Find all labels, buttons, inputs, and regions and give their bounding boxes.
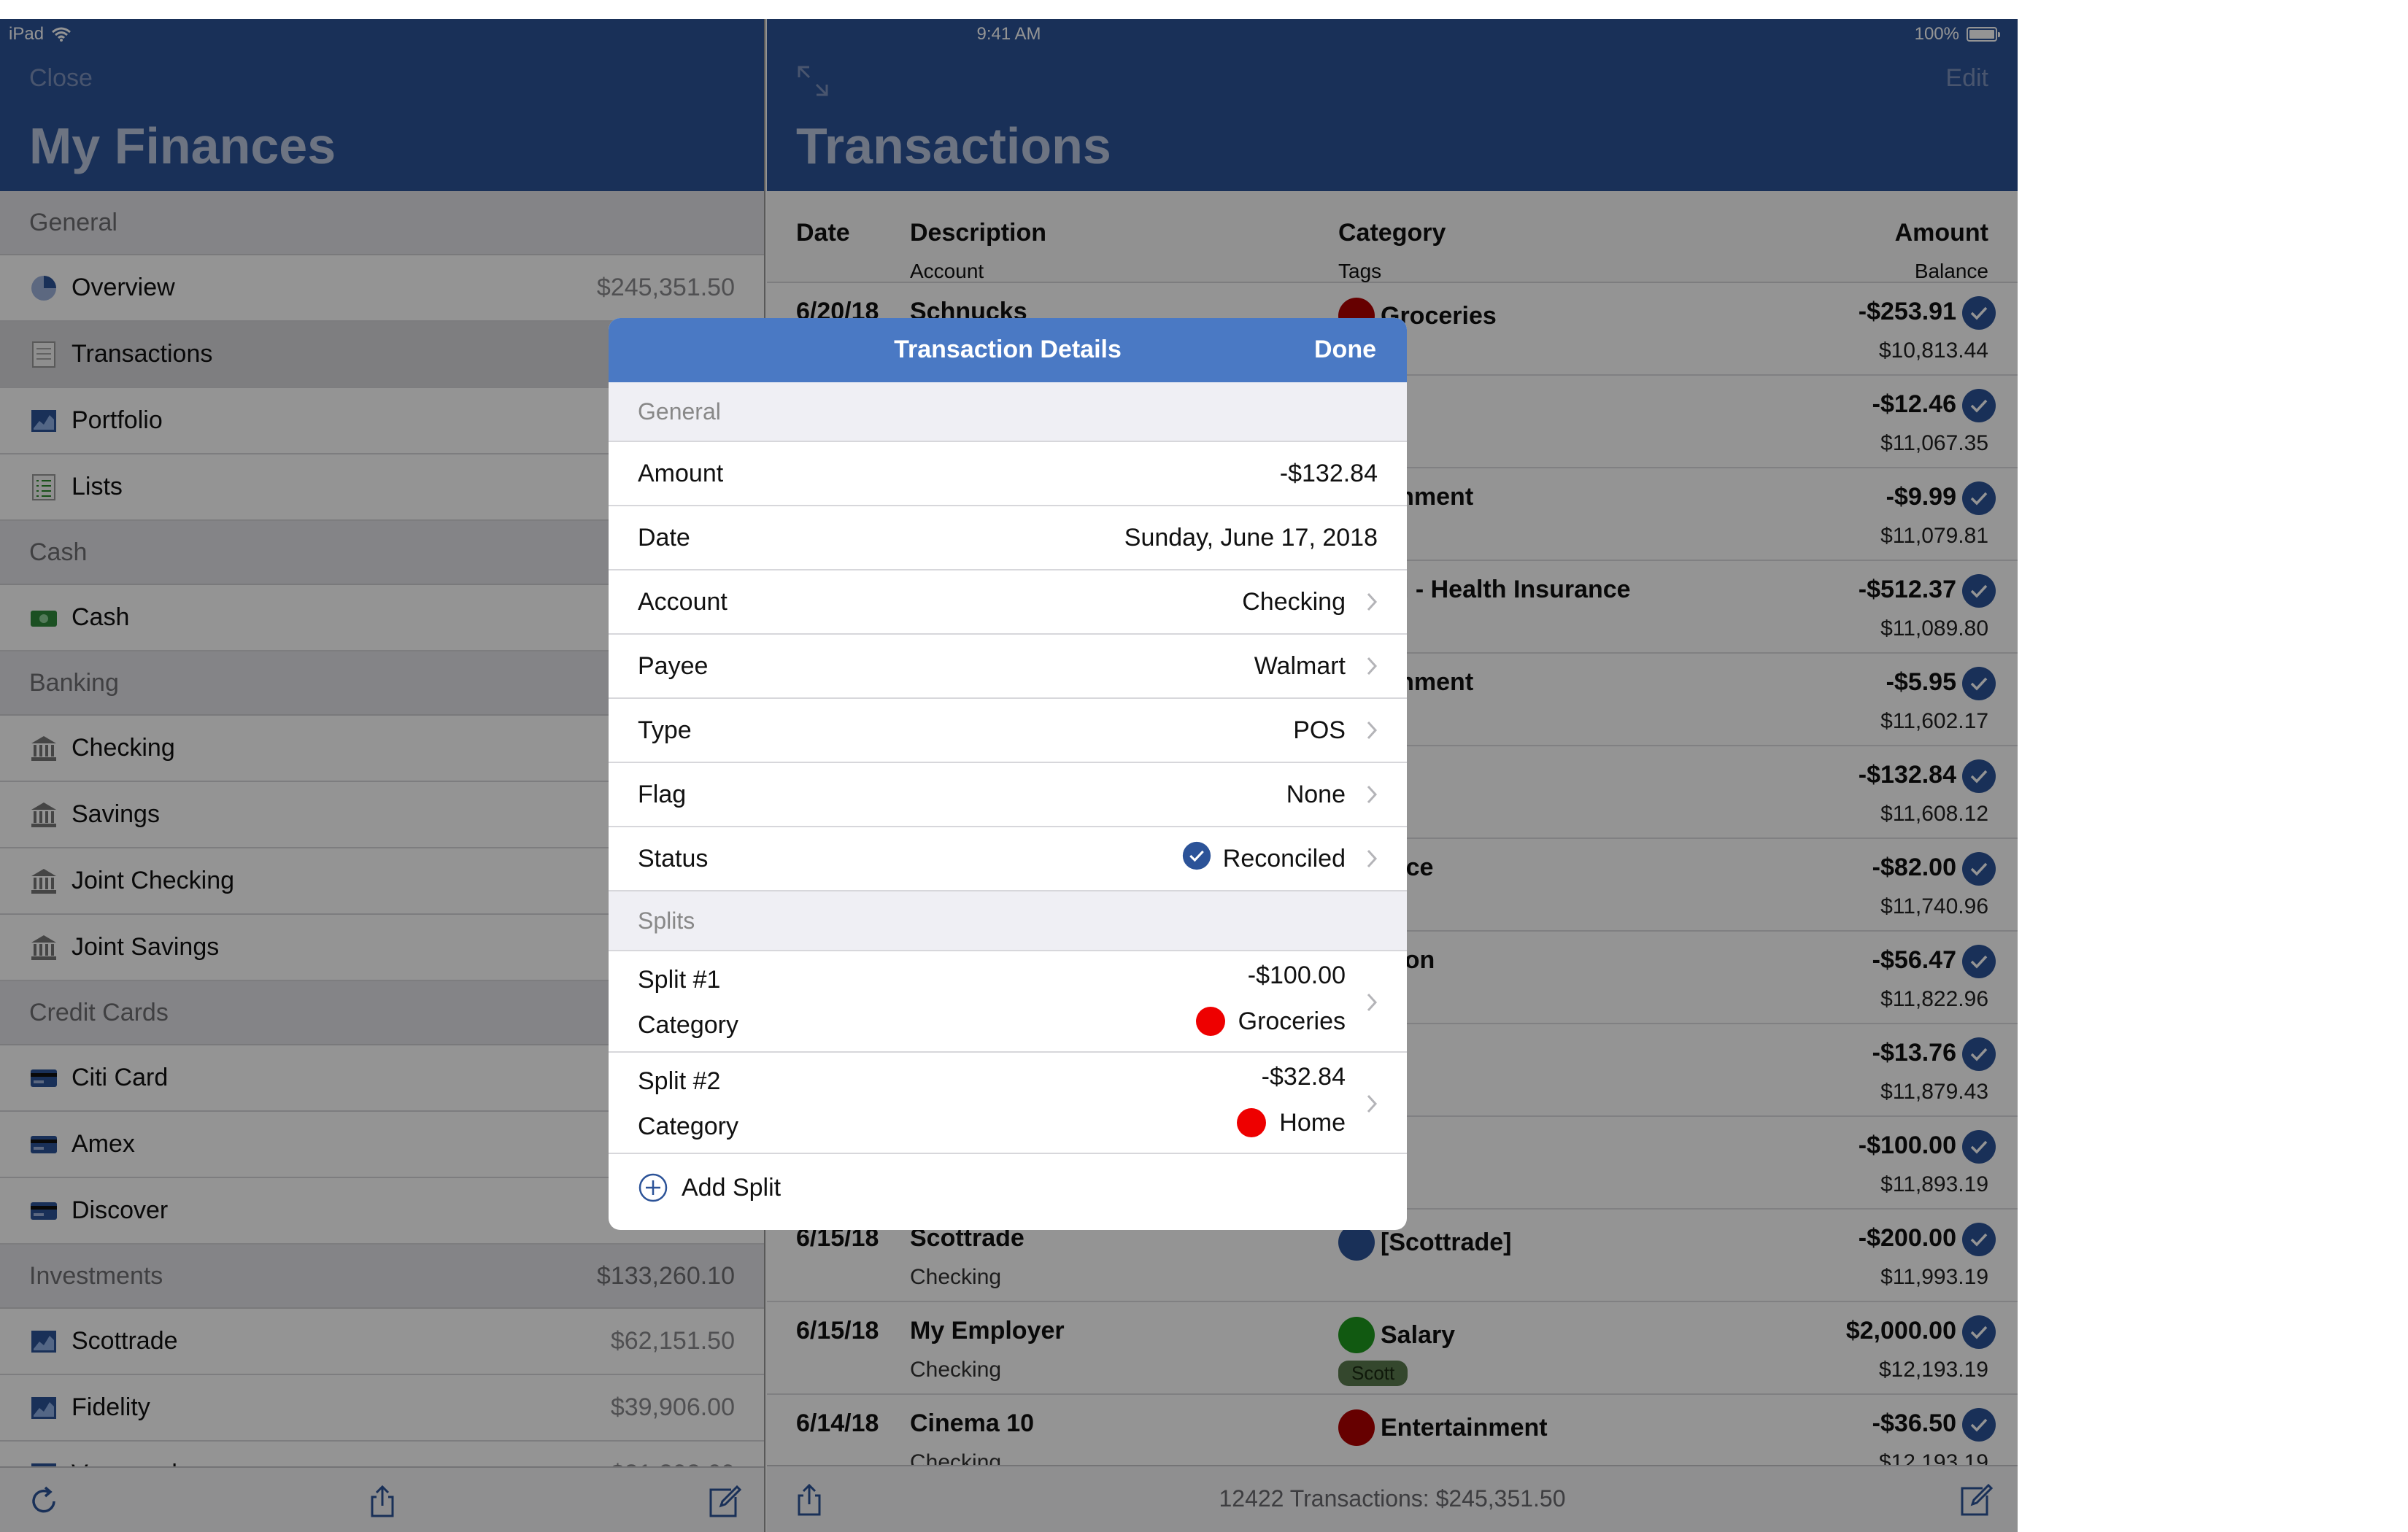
- split-amount: -$32.84: [1261, 1063, 1346, 1091]
- chevron-right-icon: [1346, 848, 1378, 869]
- category-color-dot: [1195, 1007, 1225, 1036]
- general-section-header: General: [609, 382, 1407, 442]
- detail-label: Account: [638, 587, 728, 616]
- split-row[interactable]: Split #2 Category -$32.84 Home: [609, 1053, 1407, 1154]
- modal-title: Transaction Details: [894, 336, 1122, 363]
- split-row[interactable]: Split #1 Category -$100.00 Groceries: [609, 951, 1407, 1053]
- detail-row-flag[interactable]: Flag None: [609, 763, 1407, 827]
- add-split-button[interactable]: Add Split: [609, 1154, 1407, 1221]
- chevron-right-icon: [1346, 992, 1378, 1013]
- detail-row-type[interactable]: Type POS: [609, 699, 1407, 763]
- chevron-right-icon: [1346, 656, 1378, 676]
- chevron-right-icon: [1346, 784, 1378, 805]
- add-split-label: Add Split: [682, 1173, 782, 1202]
- detail-label: Type: [638, 716, 692, 744]
- split-name: Split #2: [638, 1067, 721, 1095]
- ipad-screen: iPad 9:41 AM 100% Close My Finances Gene…: [0, 19, 2018, 1532]
- detail-label: Payee: [638, 651, 709, 680]
- split-category-value: Groceries: [1238, 1007, 1346, 1035]
- detail-row-payee[interactable]: Payee Walmart: [609, 635, 1407, 699]
- detail-row-status[interactable]: Status Reconciled: [609, 827, 1407, 891]
- detail-row-account[interactable]: Account Checking: [609, 570, 1407, 635]
- detail-row-date: Date Sunday, June 17, 2018: [609, 506, 1407, 570]
- modal-nav-bar: Transaction Details Done: [609, 318, 1407, 382]
- chevron-right-icon: [1346, 1094, 1378, 1114]
- chevron-right-icon: [1346, 592, 1378, 612]
- reconciled-check-icon: [1182, 841, 1211, 877]
- transaction-details-modal: Transaction Details Done General Amount …: [609, 318, 1407, 1230]
- split-name: Split #1: [638, 966, 721, 994]
- detail-value: -$132.84: [1279, 459, 1378, 487]
- detail-label: Amount: [638, 459, 724, 487]
- detail-row-amount: Amount -$132.84: [609, 442, 1407, 506]
- split-category-label: Category: [638, 1011, 738, 1039]
- split-category: Home: [1237, 1108, 1346, 1137]
- detail-value: POS: [1293, 716, 1346, 744]
- detail-label: Date: [638, 523, 690, 552]
- split-amount: -$100.00: [1247, 962, 1346, 989]
- category-color-dot: [1237, 1108, 1267, 1137]
- detail-label: Flag: [638, 780, 687, 808]
- splits-section-header: Splits: [609, 891, 1407, 951]
- split-list: Split #1 Category -$100.00 Groceries Spl…: [609, 951, 1407, 1154]
- chevron-right-icon: [1346, 720, 1378, 740]
- split-category-value: Home: [1279, 1108, 1346, 1137]
- split-category-label: Category: [638, 1113, 738, 1140]
- detail-value: Reconciled: [1222, 844, 1346, 873]
- detail-value: Sunday, June 17, 2018: [1124, 523, 1378, 552]
- add-circle-icon: [638, 1173, 668, 1202]
- detail-value: Walmart: [1254, 651, 1346, 680]
- done-button[interactable]: Done: [1314, 336, 1376, 364]
- detail-label: Status: [638, 844, 709, 873]
- detail-value: Checking: [1242, 587, 1346, 616]
- split-category: Groceries: [1195, 1007, 1346, 1036]
- detail-value: None: [1286, 780, 1346, 808]
- detail-fields: Amount -$132.84 Date Sunday, June 17, 20…: [609, 442, 1407, 891]
